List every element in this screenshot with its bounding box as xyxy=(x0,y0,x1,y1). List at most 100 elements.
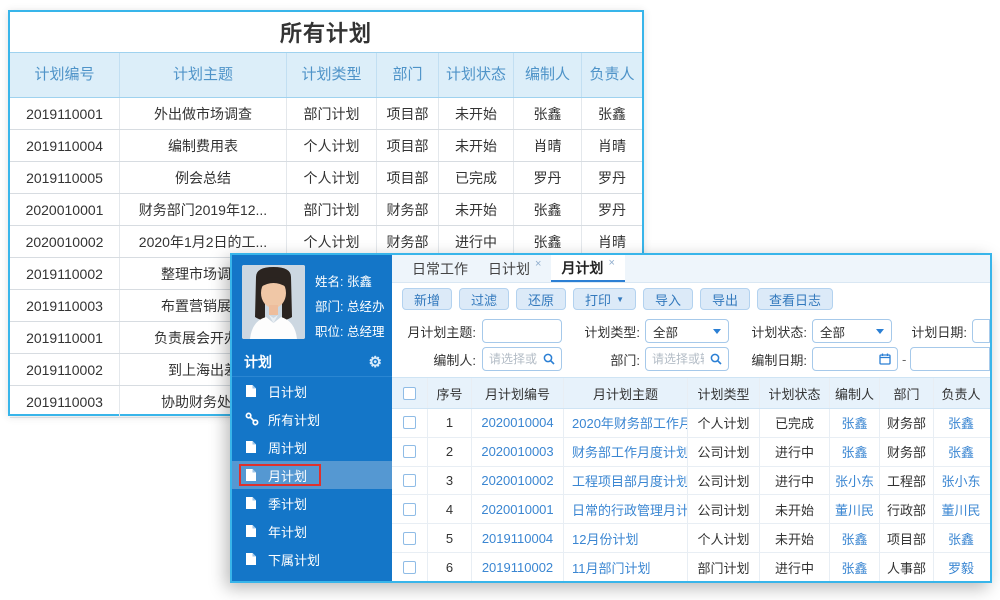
sidebar-item-月计划[interactable]: 月计划 xyxy=(232,461,392,489)
row-checkbox[interactable] xyxy=(403,474,416,488)
查看日志-button[interactable]: 查看日志 xyxy=(757,288,834,310)
create-date-to-input[interactable] xyxy=(910,347,990,371)
plan-no-link[interactable]: 2020010004 xyxy=(481,415,553,430)
creator-link[interactable]: 董川民 xyxy=(835,500,874,519)
create-date-to-field[interactable] xyxy=(911,348,989,370)
row-checkbox[interactable] xyxy=(403,502,416,516)
新增-button[interactable]: 新增 xyxy=(402,288,453,310)
plan-no-link[interactable]: 2020010002 xyxy=(481,473,553,488)
creator-link[interactable]: 张鑫 xyxy=(841,442,867,461)
table-row[interactable]: 5 2019110004 12月份计划 个人计划 未开始 张鑫 项目部 张鑫 xyxy=(392,524,990,554)
dept-cell: 工程部 xyxy=(880,466,934,495)
all-plans-table-header: 计划编号 计划主题 计划类型 部门 计划状态 编制人 负责人 xyxy=(10,52,642,98)
tab-bar: 日常工作 日计划 × 月计划 × xyxy=(392,255,990,283)
row-checkbox[interactable] xyxy=(403,416,416,430)
table-row[interactable]: 120200100042020年财务部工作月...个人计划已完成张鑫财务部张鑫 xyxy=(392,409,990,438)
owner-link[interactable]: 罗毅 xyxy=(948,558,974,577)
subject-cell: 11月部门计划 xyxy=(564,553,688,581)
select-all-checkbox[interactable] xyxy=(403,386,416,400)
导出-button[interactable]: 导出 xyxy=(700,288,751,310)
type-filter-select[interactable]: 全部 xyxy=(645,319,729,343)
dept-filter-input[interactable] xyxy=(645,347,729,371)
column-header: 负责人 xyxy=(589,65,635,83)
tab-日计划[interactable]: 日计划 × xyxy=(478,255,551,282)
sidebar-item-所有计划[interactable]: 所有计划 xyxy=(232,405,392,433)
create-date-from-input[interactable] xyxy=(812,347,898,371)
create-date-from-field[interactable] xyxy=(813,348,879,370)
column-header: 月计划编号 xyxy=(472,378,564,408)
row-checkbox[interactable] xyxy=(403,445,416,459)
owner-link[interactable]: 张鑫 xyxy=(948,442,974,461)
打印-button[interactable]: 打印 ▼ xyxy=(573,288,636,310)
table-row[interactable]: 6 2019110002 11月部门计划 部门计划 进行中 张鑫 人事部 罗毅 xyxy=(392,553,990,581)
plan-no-link[interactable]: 2020010001 xyxy=(481,502,553,517)
creator-input-field[interactable] xyxy=(483,348,543,370)
button-label: 过滤 xyxy=(471,292,498,308)
owner-link[interactable]: 张小东 xyxy=(941,471,980,490)
过滤-button[interactable]: 过滤 xyxy=(459,288,510,310)
plan-no-cell: 2020010002 xyxy=(472,466,564,495)
creator-link[interactable]: 张小东 xyxy=(835,471,874,490)
sidebar-item-日计划[interactable]: 日计划 xyxy=(232,377,392,405)
row-checkbox[interactable] xyxy=(403,531,416,545)
cell: 未开始 xyxy=(439,98,514,129)
search-icon[interactable] xyxy=(710,353,722,365)
close-icon[interactable]: × xyxy=(608,257,614,269)
sidebar-item-周计划[interactable]: 周计划 xyxy=(232,433,392,461)
table-row[interactable]: 2 2020010003 财务部工作月度计划 公司计划 进行中 张鑫 财务部 张鑫 xyxy=(392,437,990,467)
plan-no-link[interactable]: 2020010003 xyxy=(481,444,553,459)
subject-filter-input-field[interactable] xyxy=(483,320,561,342)
subject-link[interactable]: 日常的行政管理月计划 xyxy=(572,500,687,519)
table-row[interactable]: 3 2020010002 工程项目部月度计划 公司计划 进行中 张小东 工程部 张小东 xyxy=(392,466,990,496)
creator-cell: 张鑫 xyxy=(830,437,880,466)
还原-button[interactable]: 还原 xyxy=(516,288,567,310)
table-row[interactable]: 42020010001日常的行政管理月计划公司计划未开始董川民行政部董川民 xyxy=(392,495,990,525)
plan-no-link[interactable]: 2019110004 xyxy=(482,531,553,546)
checkbox-cell xyxy=(392,524,428,553)
gear-icon[interactable]: ⚙ xyxy=(369,353,382,371)
cell: 例会总结 xyxy=(120,162,287,193)
owner-link[interactable]: 董川民 xyxy=(941,500,980,519)
calendar-icon[interactable] xyxy=(879,353,891,365)
close-icon[interactable]: × xyxy=(535,258,541,270)
导入-button[interactable]: 导入 xyxy=(642,288,693,310)
owner-link[interactable]: 张鑫 xyxy=(948,413,974,432)
plan-no-link[interactable]: 2019110002 xyxy=(482,560,553,575)
dept-input-field[interactable] xyxy=(646,348,710,370)
monthly-plan-table-header: 序号 月计划编号 月计划主题 计划类型 计划状态 编制人 部门 负责人 xyxy=(392,378,990,409)
subject-filter-input[interactable] xyxy=(482,319,562,343)
plan-date-input-field[interactable] xyxy=(973,320,989,342)
tab-月计划[interactable]: 月计划 × xyxy=(551,255,625,282)
owner-link[interactable]: 张鑫 xyxy=(948,529,974,548)
table-row[interactable]: 2019110001 外出做市场调查 部门计划 项目部 未开始 张鑫 张鑫 xyxy=(10,98,642,130)
column-header: 编制人 xyxy=(514,53,582,97)
profile-title: 职位: 总经理 xyxy=(315,325,385,339)
column-header: 计划状态 xyxy=(439,53,514,97)
type-cell: 个人计划 xyxy=(688,524,760,553)
sidebar-item-年计划[interactable]: 年计划 xyxy=(232,517,392,545)
tab-日常工作[interactable]: 日常工作 xyxy=(402,255,478,282)
row-checkbox[interactable] xyxy=(403,560,416,574)
subject-link[interactable]: 2020年财务部工作月... xyxy=(572,413,687,432)
search-icon[interactable] xyxy=(543,353,555,365)
status-filter-select[interactable]: 全部 xyxy=(812,319,892,343)
plan-date-filter-input[interactable] xyxy=(972,319,990,343)
chevron-down-icon xyxy=(876,328,884,334)
subject-link[interactable]: 工程项目部月度计划 xyxy=(572,471,687,490)
creator-link[interactable]: 张鑫 xyxy=(841,558,867,577)
creator-link[interactable]: 张鑫 xyxy=(841,529,867,548)
subject-link[interactable]: 11月部门计划 xyxy=(572,558,651,577)
subject-link[interactable]: 12月份计划 xyxy=(572,529,638,548)
creator-link[interactable]: 张鑫 xyxy=(841,413,867,432)
sidebar-item-下属计划[interactable]: 下属计划 xyxy=(232,545,392,573)
creator-filter-input[interactable] xyxy=(482,347,562,371)
subject-cell: 财务部工作月度计划 xyxy=(564,437,688,466)
button-label: 导入 xyxy=(654,292,681,308)
sidebar-item-季计划[interactable]: 季计划 xyxy=(232,489,392,517)
subject-link[interactable]: 财务部工作月度计划 xyxy=(572,442,687,461)
column-header: 负责人 xyxy=(941,386,981,402)
table-row[interactable]: 2020010001 财务部门2019年12... 部门计划 财务部 未开始 张鑫 罗丹 xyxy=(10,194,642,226)
table-row[interactable]: 2019110004 编制费用表 个人计划 项目部 未开始 肖晴 肖晴 xyxy=(10,130,642,162)
subject-cell: 2020年财务部工作月... xyxy=(564,409,688,437)
table-row[interactable]: 2019110005 例会总结 个人计划 项目部 已完成 罗丹 罗丹 xyxy=(10,162,642,194)
